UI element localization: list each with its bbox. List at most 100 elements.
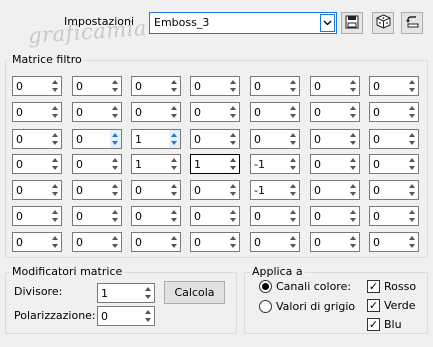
matrix-cell-spin-arrows[interactable] xyxy=(288,130,299,148)
reset-button[interactable] xyxy=(401,12,423,34)
valori-grigio-radio[interactable] xyxy=(259,300,272,313)
matrix-cell-spin-arrows[interactable] xyxy=(288,181,299,199)
matrix-cell-spin-arrows[interactable] xyxy=(348,181,359,199)
matrix-cell-spin-arrows[interactable] xyxy=(348,207,359,225)
matrix-cell[interactable]: 0 xyxy=(72,180,122,200)
randomize-button[interactable] xyxy=(372,12,394,34)
matrix-cell-spin-arrows[interactable] xyxy=(228,233,239,251)
matrix-cell[interactable]: 0 xyxy=(190,102,240,122)
matrix-cell[interactable]: 0 xyxy=(131,102,181,122)
matrix-cell[interactable]: 0 xyxy=(310,232,360,252)
matrix-cell[interactable]: 0 xyxy=(310,154,360,174)
calcola-button[interactable]: Calcola xyxy=(164,281,225,304)
blu-checkbox[interactable]: ✓ xyxy=(367,318,380,331)
matrix-cell[interactable]: 1 xyxy=(190,154,240,174)
matrix-cell[interactable]: 0 xyxy=(310,102,360,122)
matrix-cell-spin-arrows[interactable] xyxy=(348,130,359,148)
matrix-cell-spin-arrows[interactable] xyxy=(169,103,180,121)
matrix-cell-spin-arrows[interactable] xyxy=(407,103,418,121)
matrix-cell-spin-arrows[interactable] xyxy=(348,233,359,251)
matrix-cell[interactable]: 0 xyxy=(190,76,240,96)
divisore-field[interactable]: 1 xyxy=(97,283,155,303)
matrix-cell-spin-arrows[interactable] xyxy=(407,77,418,95)
matrix-cell[interactable]: 0 xyxy=(190,232,240,252)
matrix-cell-spin-arrows[interactable] xyxy=(110,103,121,121)
matrix-cell-spin-arrows[interactable] xyxy=(169,130,180,148)
matrix-cell-spin-arrows[interactable] xyxy=(407,181,418,199)
canali-colore-radio[interactable] xyxy=(259,280,272,293)
matrix-cell[interactable]: 0 xyxy=(131,180,181,200)
matrix-cell[interactable]: 0 xyxy=(250,76,300,96)
matrix-cell-spin-arrows[interactable] xyxy=(50,130,61,148)
matrix-cell[interactable]: 0 xyxy=(72,206,122,226)
matrix-cell-spin-arrows[interactable] xyxy=(228,181,239,199)
matrix-cell[interactable]: 0 xyxy=(131,232,181,252)
matrix-cell-spin-arrows[interactable] xyxy=(50,181,61,199)
matrix-cell-spin-arrows[interactable] xyxy=(288,233,299,251)
matrix-cell-spin-arrows[interactable] xyxy=(110,77,121,95)
matrix-cell-spin-arrows[interactable] xyxy=(110,207,121,225)
chevron-down-icon[interactable] xyxy=(320,14,335,32)
matrix-cell[interactable]: -1 xyxy=(250,154,300,174)
matrix-cell[interactable]: 0 xyxy=(250,206,300,226)
matrix-cell-spin-arrows[interactable] xyxy=(348,155,359,173)
matrix-cell[interactable]: 0 xyxy=(72,129,122,149)
matrix-cell-spin-arrows[interactable] xyxy=(110,155,121,173)
matrix-cell[interactable]: 0 xyxy=(12,102,62,122)
rosso-checkbox[interactable]: ✓ xyxy=(367,280,380,293)
matrix-cell[interactable]: 0 xyxy=(190,129,240,149)
matrix-cell-spin-arrows[interactable] xyxy=(50,155,61,173)
save-preset-button[interactable] xyxy=(341,12,363,34)
matrix-cell-spin-arrows[interactable] xyxy=(348,77,359,95)
matrix-cell[interactable]: 0 xyxy=(310,76,360,96)
matrix-cell-spin-arrows[interactable] xyxy=(228,77,239,95)
matrix-cell-spin-arrows[interactable] xyxy=(50,77,61,95)
matrix-cell[interactable]: 0 xyxy=(310,206,360,226)
matrix-cell-spin-arrows[interactable] xyxy=(228,207,239,225)
matrix-cell[interactable]: 0 xyxy=(131,76,181,96)
matrix-cell[interactable]: 0 xyxy=(369,232,419,252)
matrix-cell[interactable]: 0 xyxy=(12,232,62,252)
polarizzazione-field[interactable]: 0 xyxy=(97,306,155,326)
divisore-spin-arrows[interactable] xyxy=(143,284,154,302)
matrix-cell-spin-arrows[interactable] xyxy=(288,155,299,173)
matrix-cell-spin-arrows[interactable] xyxy=(288,103,299,121)
polarizzazione-spin-arrows[interactable] xyxy=(143,307,154,325)
matrix-cell[interactable]: 0 xyxy=(12,129,62,149)
matrix-cell[interactable]: 0 xyxy=(12,180,62,200)
matrix-cell[interactable]: 0 xyxy=(190,206,240,226)
matrix-cell[interactable]: 0 xyxy=(250,129,300,149)
matrix-cell[interactable]: 0 xyxy=(369,76,419,96)
preset-select[interactable]: Emboss_3 xyxy=(149,12,337,34)
matrix-cell[interactable]: 0 xyxy=(72,102,122,122)
matrix-cell-spin-arrows[interactable] xyxy=(228,103,239,121)
matrix-cell-spin-arrows[interactable] xyxy=(169,233,180,251)
matrix-cell[interactable]: 0 xyxy=(72,232,122,252)
matrix-cell-spin-arrows[interactable] xyxy=(228,130,239,148)
matrix-cell[interactable]: 0 xyxy=(131,206,181,226)
matrix-cell-spin-arrows[interactable] xyxy=(110,233,121,251)
matrix-cell[interactable]: 1 xyxy=(131,154,181,174)
matrix-cell[interactable]: 0 xyxy=(369,180,419,200)
matrix-cell-spin-arrows[interactable] xyxy=(407,233,418,251)
matrix-cell[interactable]: 0 xyxy=(369,206,419,226)
matrix-cell[interactable]: 0 xyxy=(72,154,122,174)
matrix-cell[interactable]: 0 xyxy=(190,180,240,200)
matrix-cell-spin-arrows[interactable] xyxy=(228,155,239,173)
matrix-cell[interactable]: 0 xyxy=(310,180,360,200)
matrix-cell[interactable]: 0 xyxy=(12,76,62,96)
matrix-cell-spin-arrows[interactable] xyxy=(169,155,180,173)
matrix-cell-spin-arrows[interactable] xyxy=(169,207,180,225)
matrix-cell[interactable]: 0 xyxy=(369,102,419,122)
matrix-cell-spin-arrows[interactable] xyxy=(407,155,418,173)
matrix-cell[interactable]: 0 xyxy=(72,76,122,96)
matrix-cell[interactable]: 0 xyxy=(250,102,300,122)
matrix-cell[interactable]: -1 xyxy=(250,180,300,200)
matrix-cell[interactable]: 0 xyxy=(369,154,419,174)
verde-checkbox[interactable]: ✓ xyxy=(367,299,380,312)
matrix-cell-spin-arrows[interactable] xyxy=(50,233,61,251)
matrix-cell[interactable]: 0 xyxy=(250,232,300,252)
matrix-cell-spin-arrows[interactable] xyxy=(110,130,121,148)
matrix-cell-spin-arrows[interactable] xyxy=(407,130,418,148)
matrix-cell[interactable]: 1 xyxy=(131,129,181,149)
